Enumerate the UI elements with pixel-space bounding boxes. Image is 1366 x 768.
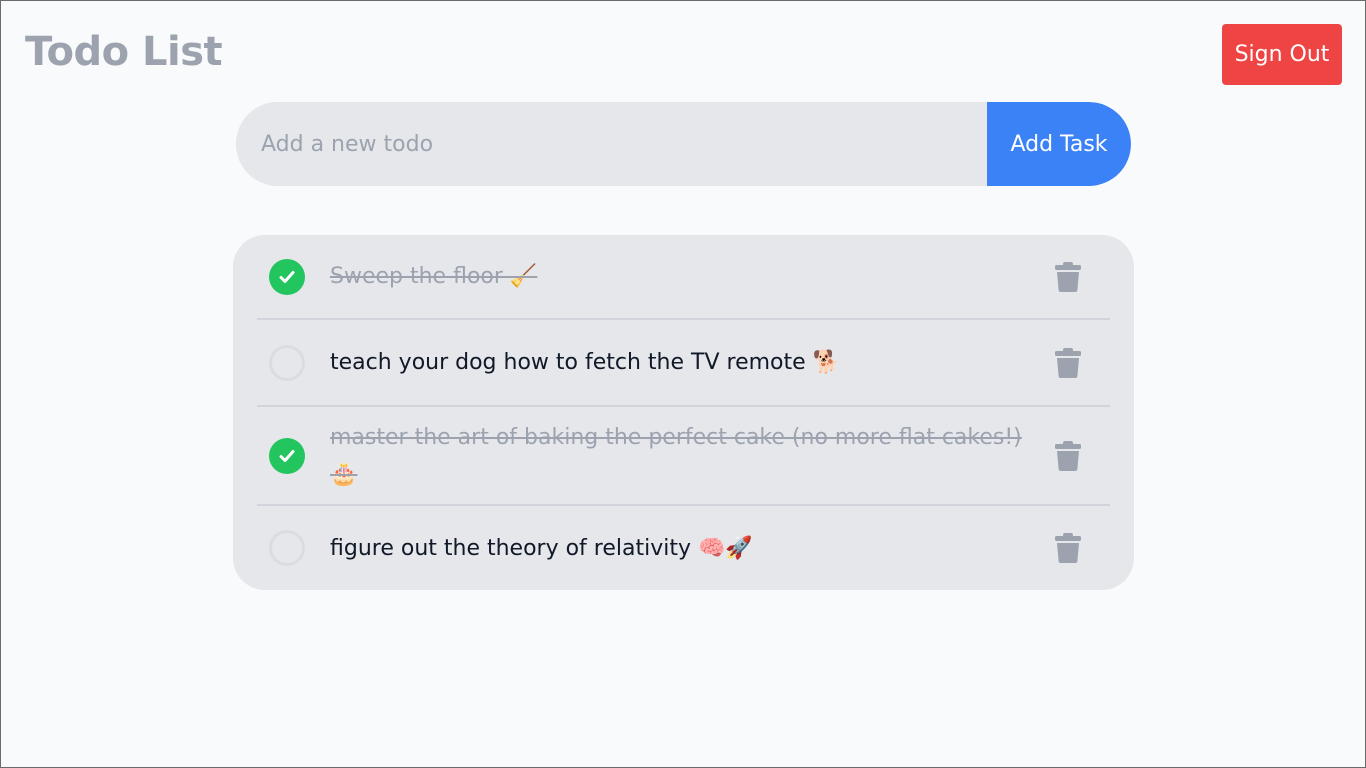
page-title: Todo List	[25, 29, 223, 75]
complete-toggle[interactable]	[269, 258, 305, 295]
todo-text: Sweep the floor 🧹	[330, 264, 538, 289]
add-todo-form: Add Task	[236, 102, 1131, 186]
sign-out-button[interactable]: Sign Out	[1222, 24, 1342, 85]
add-task-button[interactable]: Add Task	[987, 102, 1131, 186]
trash-icon[interactable]	[1055, 347, 1081, 378]
trash-icon[interactable]	[1055, 261, 1081, 292]
todo-item: Sweep the floor 🧹	[257, 235, 1110, 320]
todo-item: figure out the theory of relativity 🧠🚀	[257, 506, 1110, 590]
todo-item: master the art of baking the perfect cak…	[257, 407, 1110, 506]
trash-icon[interactable]	[1055, 533, 1081, 563]
complete-toggle[interactable]	[269, 530, 305, 566]
todo-item: teach your dog how to fetch the TV remot…	[257, 320, 1110, 407]
todo-text: master the art of baking the perfect cak…	[330, 424, 1022, 487]
check-icon	[279, 270, 295, 283]
todo-text: teach your dog how to fetch the TV remot…	[330, 350, 841, 375]
new-todo-input[interactable]	[236, 102, 987, 186]
complete-toggle[interactable]	[269, 437, 305, 474]
todo-text: figure out the theory of relativity 🧠🚀	[330, 535, 753, 561]
trash-icon[interactable]	[1055, 440, 1081, 471]
todo-list: Sweep the floor 🧹 teach your dog how to …	[233, 235, 1134, 590]
complete-toggle[interactable]	[269, 344, 305, 381]
check-icon	[279, 449, 295, 462]
